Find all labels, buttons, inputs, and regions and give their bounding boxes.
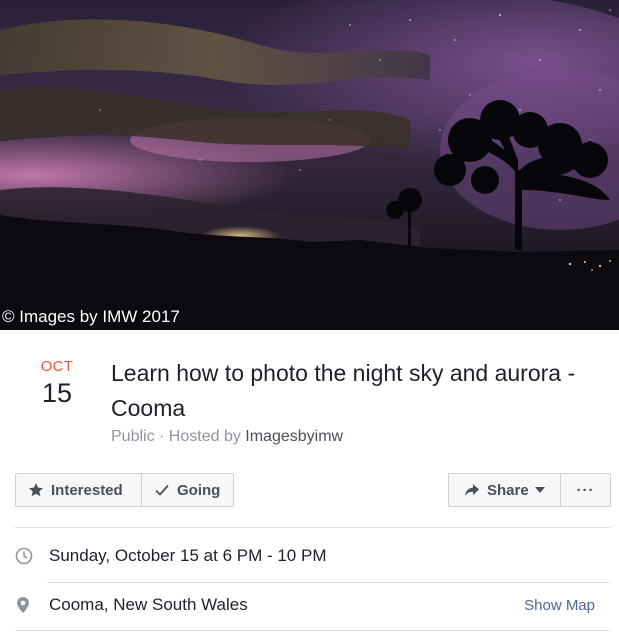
event-details-card: OCT 15 Learn how to photo the night sky … xyxy=(0,330,619,635)
interested-label: Interested xyxy=(51,481,123,499)
show-map-link[interactable]: Show Map xyxy=(524,597,595,614)
check-icon xyxy=(155,484,169,496)
hosted-by-prefix: Hosted by xyxy=(168,428,246,445)
share-button-group: Share ··· xyxy=(448,473,611,507)
more-options-button[interactable]: ··· xyxy=(560,474,610,506)
divider xyxy=(15,527,610,528)
event-date-badge: OCT 15 xyxy=(22,358,92,409)
photo-watermark: © Images by IMW 2017 xyxy=(2,307,180,326)
share-button[interactable]: Share xyxy=(449,474,560,506)
caret-down-icon xyxy=(534,487,545,493)
event-datetime[interactable]: Sunday, October 15 at 6 PM - 10 PM xyxy=(49,546,327,566)
host-link[interactable]: Imagesbyimw xyxy=(245,428,343,445)
rsvp-button-group: Interested Going xyxy=(15,473,234,507)
more-options-icon: ··· xyxy=(576,481,595,499)
share-label: Share xyxy=(487,481,529,499)
event-privacy: Public xyxy=(111,428,155,445)
event-location[interactable]: Cooma, New South Wales xyxy=(49,595,248,615)
event-time-row: Sunday, October 15 at 6 PM - 10 PM xyxy=(15,536,610,576)
event-title: Learn how to photo the night sky and aur… xyxy=(111,360,576,421)
separator-dot: · xyxy=(154,428,169,445)
star-icon xyxy=(29,483,43,497)
divider xyxy=(15,630,610,631)
event-month: OCT xyxy=(40,358,74,375)
night-sky-photo xyxy=(0,0,619,330)
map-pin-icon xyxy=(15,596,49,614)
event-day: 15 xyxy=(41,378,73,408)
event-host-line: Public · Hosted by Imagesbyimw xyxy=(111,428,343,446)
clock-icon xyxy=(15,547,49,565)
event-cover-photo[interactable]: © Images by IMW 2017 xyxy=(0,0,619,330)
going-button[interactable]: Going xyxy=(141,474,233,506)
share-arrow-icon xyxy=(465,484,479,496)
interested-button[interactable]: Interested xyxy=(16,474,141,506)
divider xyxy=(47,582,610,583)
going-label: Going xyxy=(177,481,221,499)
event-location-row: Cooma, New South Wales Show Map xyxy=(15,585,610,625)
